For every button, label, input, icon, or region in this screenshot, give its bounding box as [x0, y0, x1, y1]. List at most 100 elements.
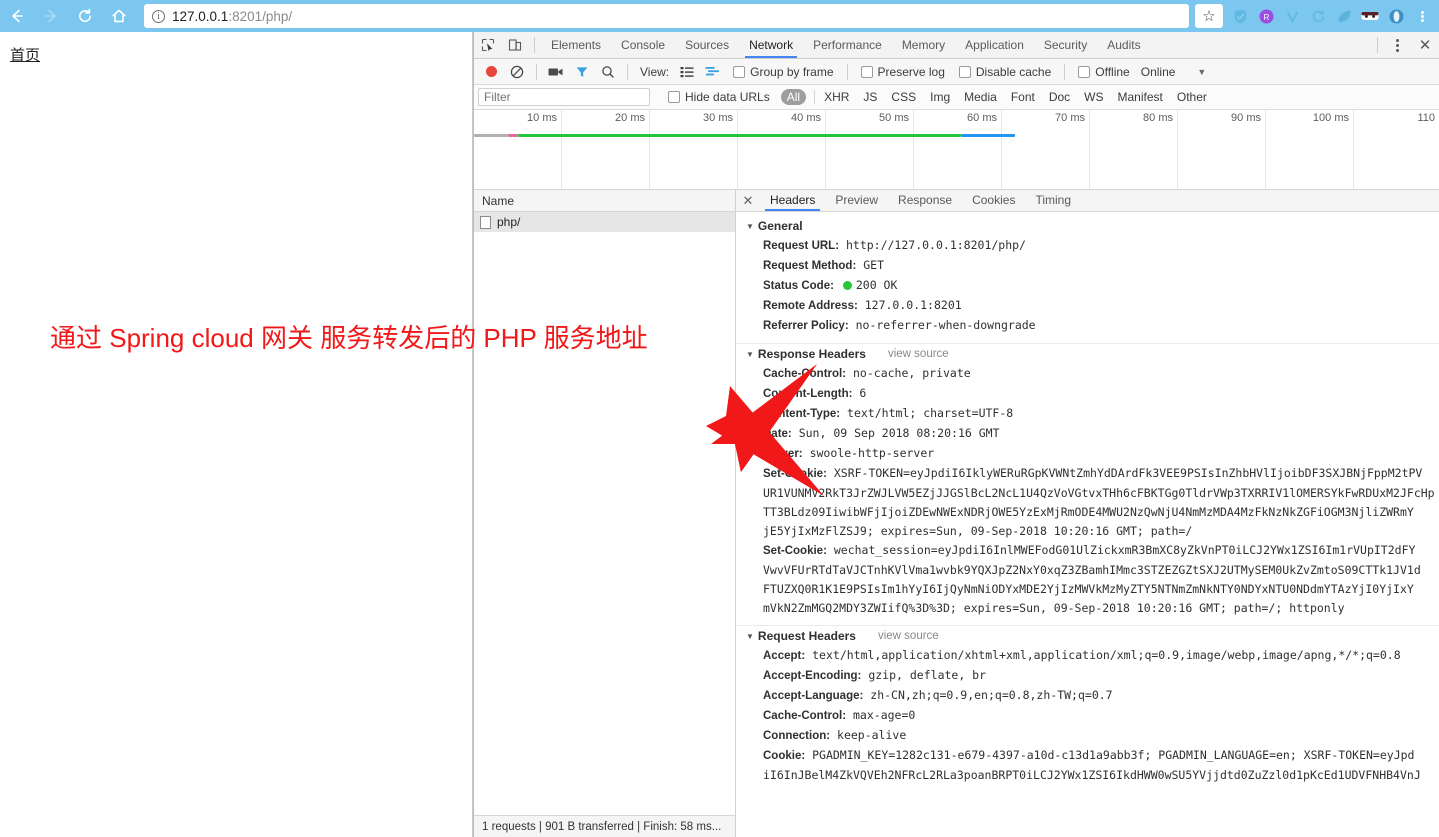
inspect-element-icon[interactable] — [474, 32, 501, 58]
timeline-tick-label: 110 — [1417, 112, 1435, 124]
address-bar[interactable]: i 127.0.0.1:8201/php/ — [144, 4, 1189, 28]
filter-type-js[interactable]: JS — [863, 90, 877, 104]
header-value: 6 — [859, 386, 867, 400]
record-stop-icon[interactable] — [478, 60, 504, 84]
leaf-extension-icon[interactable] — [1331, 0, 1357, 32]
disable-cache-label: Disable cache — [975, 64, 1052, 79]
checkbox-box[interactable] — [958, 65, 971, 78]
checkbox-box[interactable] — [1078, 65, 1091, 78]
filter-type-media[interactable]: Media — [964, 90, 997, 104]
filter-type-xhr[interactable]: XHR — [824, 90, 849, 104]
network-timeline-overview[interactable]: 10 ms 20 ms 30 ms 40 ms 50 ms 60 ms 70 m… — [474, 110, 1439, 190]
checkbox-box[interactable] — [668, 91, 680, 103]
tab-application[interactable]: Application — [955, 32, 1034, 58]
filter-type-css[interactable]: CSS — [891, 90, 916, 104]
section-response-headers-header[interactable]: ▼ Response Headers view source — [736, 343, 1439, 364]
header-value: no-cache, private — [853, 366, 971, 380]
checkbox-box[interactable] — [733, 65, 746, 78]
chevron-down-icon[interactable]: ▼ — [1197, 67, 1206, 77]
header-key: Cache-Control: — [763, 368, 847, 380]
group-by-frame-checkbox[interactable]: Group by frame — [733, 64, 834, 79]
tab-memory[interactable]: Memory — [892, 32, 955, 58]
throttling-select[interactable]: Online — [1141, 65, 1176, 79]
header-value: 200 OK — [855, 278, 898, 292]
tab-security[interactable]: Security — [1034, 32, 1097, 58]
timeline-tick-label: 100 ms — [1312, 112, 1349, 124]
shield-extension-icon[interactable] — [1227, 0, 1253, 32]
group-by-frame-label: Group by frame — [750, 64, 834, 79]
list-view-icon[interactable] — [674, 60, 700, 84]
detail-tab-timing[interactable]: Timing — [1025, 190, 1081, 211]
status-ok-dot-icon — [842, 281, 852, 290]
clear-icon[interactable] — [504, 60, 530, 84]
filter-type-img[interactable]: Img — [930, 90, 950, 104]
table-row[interactable]: php/ — [474, 212, 735, 232]
detail-tab-cookies[interactable]: Cookies — [962, 190, 1025, 211]
disable-cache-checkbox[interactable]: Disable cache — [958, 64, 1052, 79]
detail-tab-headers[interactable]: Headers — [760, 190, 825, 211]
filter-type-all[interactable]: All — [780, 89, 807, 105]
view-source-link[interactable]: view source — [888, 348, 949, 360]
divider — [846, 63, 848, 80]
star-icon[interactable]: ☆ — [1195, 4, 1223, 28]
tab-console[interactable]: Console — [611, 32, 675, 58]
filter-type-manifest[interactable]: Manifest — [1118, 90, 1163, 104]
page-home-link[interactable]: 首页 — [10, 44, 40, 65]
preserve-log-checkbox[interactable]: Preserve log — [860, 65, 945, 79]
header-value: gzip, deflate, br — [868, 668, 987, 682]
v-extension-icon[interactable] — [1279, 0, 1305, 32]
header-row: Cache-Control: no-cache, private — [736, 364, 1439, 384]
close-detail-icon[interactable]: ✕ — [736, 193, 760, 209]
divider — [1064, 63, 1066, 80]
hide-data-urls-checkbox[interactable]: Hide data URLs — [668, 90, 770, 104]
offline-checkbox[interactable]: Offline — [1078, 65, 1130, 79]
header-row: Request Method: GET — [736, 256, 1439, 276]
filter-type-ws[interactable]: WS — [1084, 90, 1103, 104]
filter-input[interactable] — [478, 88, 650, 106]
header-row: Accept-Language: zh-CN,zh;q=0.9,en;q=0.8… — [736, 686, 1439, 706]
funnel-icon[interactable] — [569, 60, 595, 84]
triangle-down-icon: ▼ — [746, 349, 754, 359]
timeline-tick-label: 40 ms — [791, 112, 821, 124]
header-value: max-age=0 — [853, 708, 916, 722]
back-arrow-icon[interactable] — [0, 0, 34, 32]
history-extension-icon[interactable] — [1305, 0, 1331, 32]
tab-performance[interactable]: Performance — [803, 32, 892, 58]
devtools-panel: Elements Console Sources Network Perform… — [473, 32, 1439, 837]
header-value: swoole-http-server — [809, 446, 935, 460]
home-icon[interactable] — [102, 0, 136, 32]
header-value-continuation: jE5YjIxMzFlZSJ9; expires=Sun, 09-Sep-201… — [763, 524, 1193, 538]
view-source-link[interactable]: view source — [878, 630, 939, 642]
search-icon[interactable] — [595, 60, 621, 84]
kebab-menu-icon[interactable] — [1409, 0, 1435, 32]
filter-type-doc[interactable]: Doc — [1049, 90, 1070, 104]
camera-icon[interactable] — [543, 60, 569, 84]
opera-extension-icon[interactable] — [1383, 0, 1409, 32]
devtools-more-icon[interactable] — [1384, 32, 1411, 58]
info-circle-icon[interactable]: i — [152, 9, 165, 23]
filter-type-font[interactable]: Font — [1011, 90, 1035, 104]
reload-icon[interactable] — [68, 0, 102, 32]
filter-type-other[interactable]: Other — [1177, 90, 1207, 104]
request-column-name-header[interactable]: Name — [474, 190, 735, 212]
timeline-bar-waiting — [518, 134, 961, 137]
forward-arrow-icon[interactable] — [34, 0, 68, 32]
request-list: php/ — [474, 212, 735, 815]
device-toolbar-icon[interactable] — [501, 32, 528, 58]
header-row: Server: swoole-http-server — [736, 444, 1439, 464]
detail-tabbar: ✕ Headers Preview Response Cookies Timin… — [736, 190, 1439, 212]
tab-sources[interactable]: Sources — [675, 32, 739, 58]
checkbox-box[interactable] — [860, 65, 873, 78]
waterfall-view-icon[interactable] — [700, 60, 726, 84]
mask-extension-icon[interactable] — [1357, 0, 1383, 32]
timeline-tick-label: 20 ms — [615, 112, 645, 124]
section-request-headers-header[interactable]: ▼ Request Headers view source — [736, 625, 1439, 646]
purple-extension-icon[interactable]: R — [1253, 0, 1279, 32]
tab-elements[interactable]: Elements — [541, 32, 611, 58]
detail-tab-response[interactable]: Response — [888, 190, 962, 211]
close-devtools-icon[interactable]: ✕ — [1411, 32, 1439, 58]
section-general-header[interactable]: ▼ General — [736, 216, 1439, 236]
tab-network[interactable]: Network — [739, 32, 803, 58]
detail-tab-preview[interactable]: Preview — [825, 190, 888, 211]
tab-audits[interactable]: Audits — [1097, 32, 1150, 58]
